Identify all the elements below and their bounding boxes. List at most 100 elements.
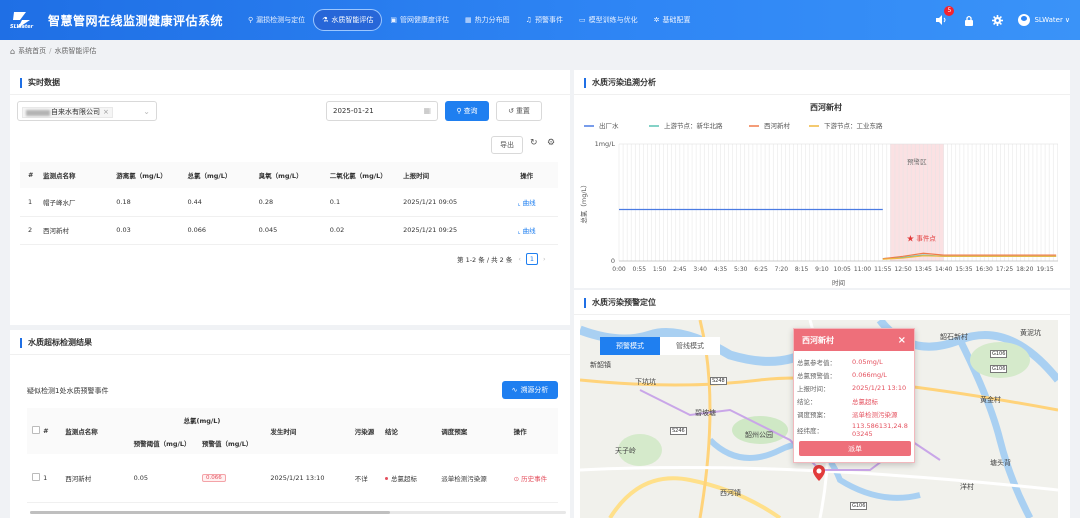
column-settings-icon[interactable]: ⚙ [547, 138, 555, 148]
company-tag: 自来水有限公司 × [22, 107, 113, 118]
table-row[interactable]: 2 西河新村 0.03 0.066 0.045 0.02 2025/1/21 09:25 ⌞ … [20, 216, 558, 245]
map-place-label: 碧坡塘 [695, 409, 716, 417]
health-icon: ▣ [390, 16, 398, 24]
table-header-row: # 监测点名称 游离氯（mg/L） 总氯（mg/L） 臭氧（mg/L） 二氧化氯（mg/L… [20, 162, 558, 188]
cell-idx: 1 [20, 188, 44, 217]
popup-header: 西河新村 × [794, 329, 914, 351]
conclusion-text: 总氯超标 [390, 474, 417, 483]
exceed-title: 水质超标检测结果 [20, 338, 92, 348]
date-picker[interactable]: 2025-01-21 ▦ [326, 101, 438, 121]
cell-ozone: 0.28 [258, 188, 330, 217]
popup-key: 结论： [797, 397, 817, 406]
cell-clo2: 0.1 [329, 188, 404, 217]
refresh-icon[interactable]: ↻ [530, 138, 538, 148]
chart-title: 西河新村 [810, 102, 842, 112]
popup-row: 总氯预警值： 0.066mg/L [797, 368, 914, 381]
header-actions: 5 SLWater ∨ [922, 6, 1070, 30]
user-avatar[interactable] [1018, 14, 1031, 26]
col-source: 污染源 [354, 408, 385, 454]
map-place-label: 韶州公园 [745, 431, 773, 439]
x-tick-label: 17:25 [996, 266, 1013, 273]
reset-icon: ↺ [508, 107, 514, 115]
x-tick-label: 19:15 [1036, 266, 1053, 273]
nav-item-5[interactable]: ▭ 模型训练与优化 [571, 9, 646, 31]
map-place-label: 洋村 [960, 483, 974, 491]
col-header-4: 臭氧（mg/L） [258, 162, 330, 188]
nav-item-label: 水质智能评估 [331, 16, 374, 24]
cell-name: 帽子峰水厂 [43, 188, 117, 217]
notification-icon[interactable]: 5 [932, 6, 955, 29]
nav-item-4[interactable]: ♫ 预警事件 [518, 9, 571, 31]
cell-idx: 1 [43, 454, 66, 503]
col-action: 操作 [513, 408, 558, 454]
heatmap-icon: ▦ [465, 16, 472, 24]
reset-button[interactable]: ↺ 重置 [496, 101, 542, 121]
history-event-link[interactable]: 历史事件 [521, 475, 547, 483]
export-button[interactable]: 导出 [491, 136, 523, 154]
map-place-label: 新韶镇 [590, 361, 611, 369]
prev-page-icon[interactable]: ‹ [518, 255, 521, 263]
x-tick-label: 16:30 [976, 266, 993, 273]
scrollbar-thumb[interactable] [30, 511, 390, 514]
popup-row: 总氯参考值： 0.05mg/L [797, 355, 914, 368]
horizontal-scrollbar[interactable] [30, 511, 566, 514]
legend-label: 出厂水 [599, 121, 619, 130]
curve-link[interactable]: 曲线 [523, 227, 536, 235]
nav-item-3[interactable]: ▦ 热力分布图 [457, 9, 518, 31]
locate-title: 水质污染预警定位 [584, 298, 656, 308]
map-place-label: 下坑坑 [635, 378, 656, 386]
settings-gear-icon[interactable] [988, 11, 1006, 29]
tab-network-mode[interactable]: 管线模式 [660, 337, 720, 355]
x-tick-label: 9:10 [815, 266, 829, 273]
col-header-5: 二氧化氯（mg/L） [329, 162, 404, 188]
next-page-icon[interactable]: › [543, 255, 546, 263]
trace-analysis-button[interactable]: ∿ 溯源分析 [502, 381, 558, 399]
x-tick-label: 4:35 [714, 266, 728, 273]
home-icon[interactable]: ⌂ [10, 47, 15, 56]
chevron-down-icon[interactable]: ∨ [1065, 16, 1070, 24]
divider [10, 354, 570, 355]
company-select[interactable]: 自来水有限公司 × ⌄ [17, 101, 157, 121]
breadcrumb-home[interactable]: 系统首页 [18, 46, 46, 56]
road-sign: S248 [710, 377, 727, 385]
nav-item-0[interactable]: ⚲ 漏损检测与定位 [240, 9, 313, 31]
nav-item-6[interactable]: ✲ 基础配置 [646, 9, 699, 31]
popup-value: 0.05mg/L [852, 357, 883, 366]
query-button[interactable]: ⚲ 查询 [445, 101, 489, 121]
col-header-6: 上报时间 [403, 162, 496, 188]
cell-conclusion: 总氯超标 [384, 454, 442, 503]
table-row[interactable]: 1 帽子峰水厂 0.18 0.44 0.28 0.1 2025/1/21 09:05 ⌞ 曲线 [20, 188, 558, 217]
chevron-down-icon[interactable]: ⌄ [143, 107, 150, 116]
table-row[interactable]: 1 西河新村 0.05 0.066 2025/1/21 13:10 不详 总氯超… [27, 454, 558, 503]
nav-item-1[interactable]: ⚗ 水质智能评估 [313, 9, 383, 31]
tab-warning-mode[interactable]: 预警模式 [600, 337, 660, 355]
map-place-label: 黄泥坑 [1020, 329, 1041, 337]
nav-item-2[interactable]: ▣ 管网健康度评估 [382, 9, 457, 31]
row-checkbox[interactable] [32, 472, 40, 481]
popup-key: 调度预案： [797, 410, 830, 419]
dispatch-button[interactable]: 派单 [799, 441, 911, 456]
cell-total_cl: 0.44 [187, 188, 259, 217]
map[interactable]: 预警模式 管线模式 新韶镇 韶石新村 黄泥坑 下坑坑 碧坡塘 天子岭 韶州公园 黄金村 塘头背西… [580, 320, 1058, 518]
popup-value: 总氯超标 [852, 397, 878, 406]
road-sign: S246 [670, 427, 687, 435]
col-header-7: 操作 [495, 162, 558, 188]
close-icon[interactable]: × [898, 335, 906, 346]
logo-text: SLWater [10, 24, 34, 30]
redacted-text [26, 109, 50, 116]
x-tick-label: 11:00 [854, 266, 871, 273]
popup-title: 西河新村 [802, 335, 834, 345]
tag-close-icon[interactable]: × [103, 108, 109, 117]
map-marker-icon[interactable] [813, 465, 825, 481]
curve-link[interactable]: 曲线 [523, 199, 536, 207]
road-sign: G106 [990, 350, 1008, 358]
warning-band-label: 预警区 [907, 157, 927, 166]
query-label: 查询 [463, 107, 478, 115]
breadcrumb-separator: / [49, 47, 52, 55]
username[interactable]: SLWater [1034, 16, 1062, 24]
lock-icon[interactable] [960, 11, 978, 29]
select-all-checkbox[interactable] [32, 426, 40, 434]
road-sign: G106 [990, 365, 1008, 373]
page-button[interactable]: 1 [525, 253, 538, 265]
legend-label: 上游节点：新华北路 [664, 121, 723, 130]
